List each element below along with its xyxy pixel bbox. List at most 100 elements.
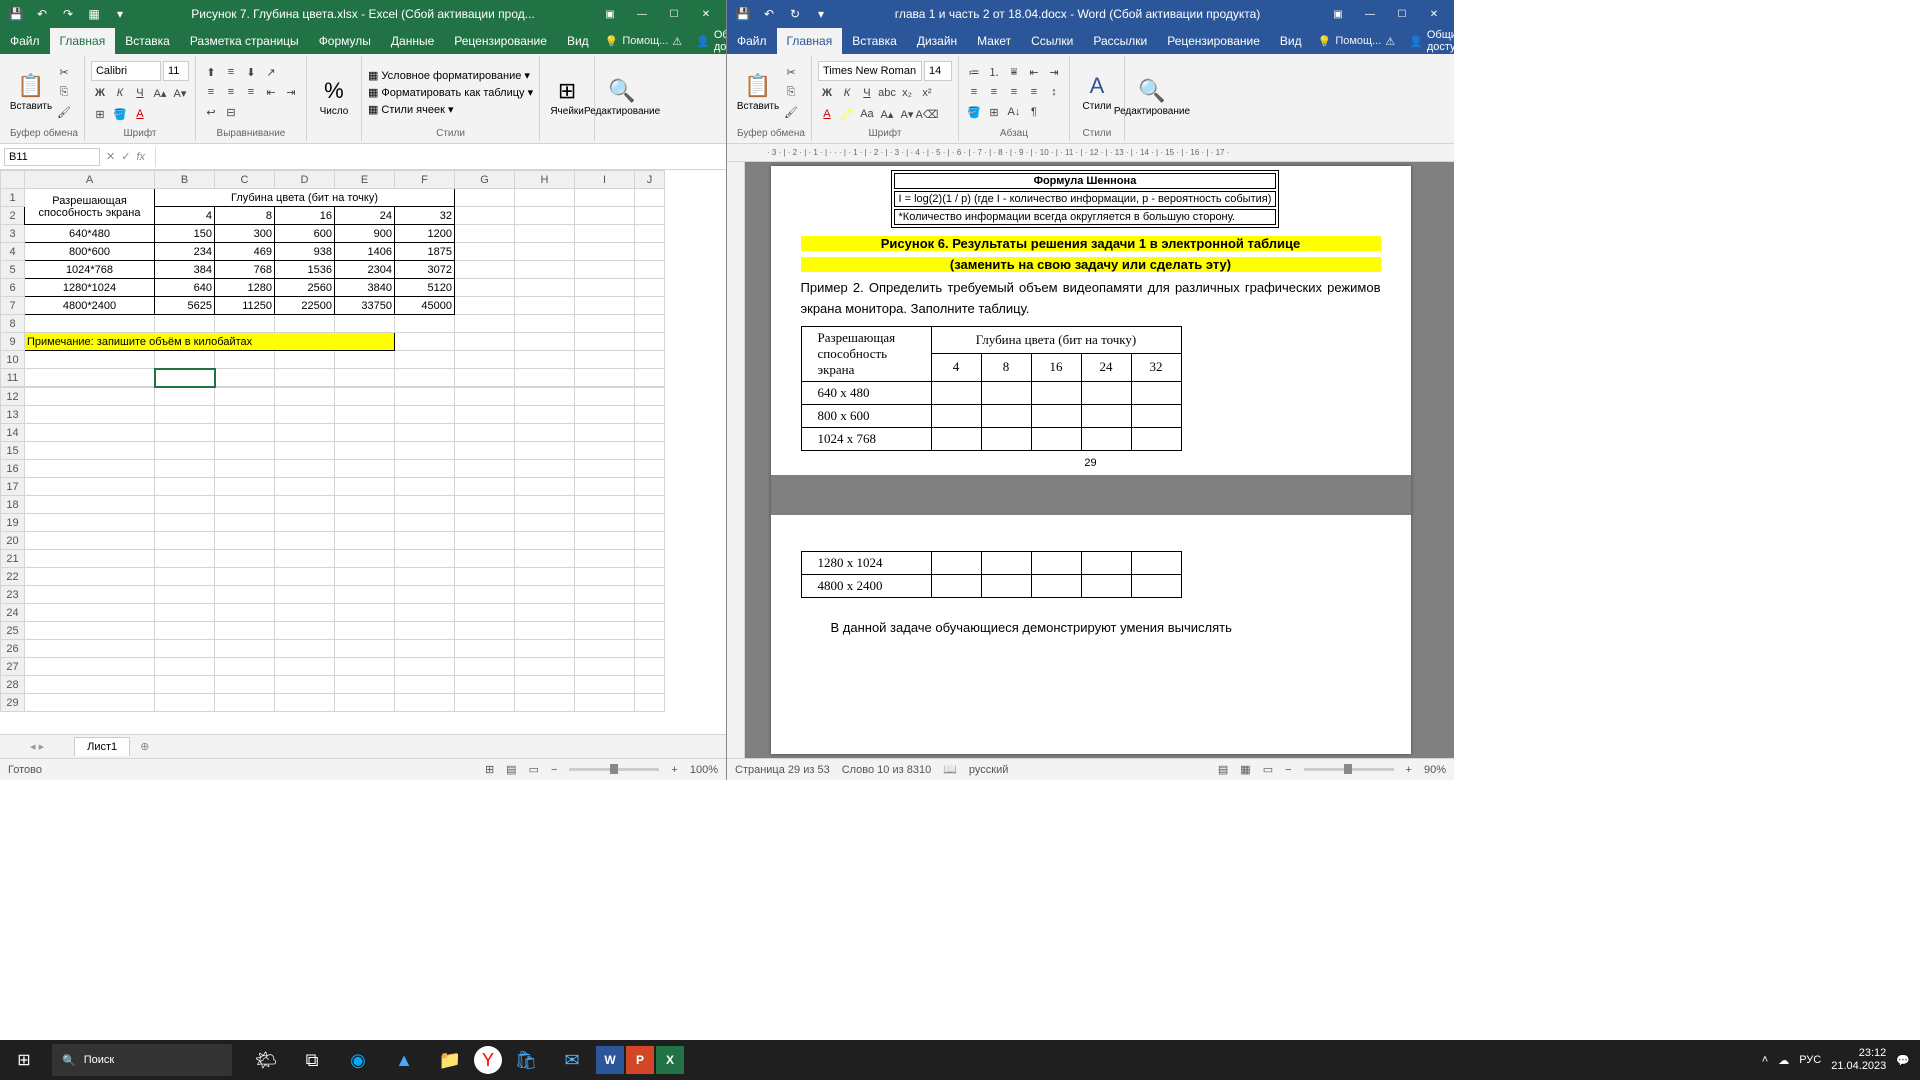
status-words[interactable]: Слово 10 из 8310 bbox=[842, 764, 932, 776]
yandex-icon[interactable]: Y bbox=[474, 1046, 502, 1074]
numbering-icon[interactable]: ⒈ bbox=[985, 63, 1003, 81]
multilevel-icon[interactable]: ⩸ bbox=[1005, 63, 1023, 81]
tray-lang[interactable]: РУС bbox=[1799, 1054, 1821, 1066]
shrink-font-icon[interactable]: A▾ bbox=[171, 84, 189, 102]
dropdown-icon[interactable]: ▾ bbox=[108, 2, 132, 26]
copy-icon[interactable]: ⎘ bbox=[55, 83, 73, 101]
status-page[interactable]: Страница 29 из 53 bbox=[735, 764, 830, 776]
ribbon-options-icon[interactable]: ▣ bbox=[594, 2, 626, 26]
cell[interactable]: 150 bbox=[155, 225, 215, 243]
highlight-icon[interactable]: 🖍 bbox=[838, 105, 856, 123]
tab-file[interactable]: Файл bbox=[727, 28, 777, 54]
row-14[interactable]: 14 bbox=[1, 424, 25, 442]
cell[interactable]: 300 bbox=[215, 225, 275, 243]
dropdown-icon[interactable]: ▾ bbox=[809, 2, 833, 26]
row-16[interactable]: 16 bbox=[1, 460, 25, 478]
align-right-icon[interactable]: ≡ bbox=[242, 83, 260, 101]
share-button[interactable]: 👤Общий доступ bbox=[1401, 28, 1471, 54]
row-19[interactable]: 19 bbox=[1, 514, 25, 532]
maximize-icon[interactable]: ☐ bbox=[1386, 2, 1418, 26]
cell-note[interactable]: Примечание: запишите объём в килобайтах bbox=[25, 333, 395, 351]
col-A[interactable]: A bbox=[25, 171, 155, 189]
tab-references[interactable]: Ссылки bbox=[1021, 28, 1083, 54]
undo-icon[interactable]: ↶ bbox=[757, 2, 781, 26]
row-12[interactable]: 12 bbox=[1, 388, 25, 406]
cell[interactable]: 640*480 bbox=[25, 225, 155, 243]
row-28[interactable]: 28 bbox=[1, 676, 25, 694]
cell[interactable]: 22500 bbox=[275, 297, 335, 315]
font-name-box[interactable]: Calibri bbox=[91, 61, 161, 81]
col-F[interactable]: F bbox=[395, 171, 455, 189]
row-15[interactable]: 15 bbox=[1, 442, 25, 460]
row-3[interactable]: 3 bbox=[1, 225, 25, 243]
cell[interactable]: 800*600 bbox=[25, 243, 155, 261]
col-H[interactable]: H bbox=[515, 171, 575, 189]
row-1[interactable]: 1 bbox=[1, 189, 25, 207]
document-page[interactable]: Формула Шеннона I = log(2)(1 / p) (где I… bbox=[771, 166, 1411, 754]
row-4[interactable]: 4 bbox=[1, 243, 25, 261]
cell[interactable]: 5120 bbox=[395, 279, 455, 297]
row-17[interactable]: 17 bbox=[1, 478, 25, 496]
show-marks-icon[interactable]: ¶ bbox=[1025, 103, 1043, 121]
cells-button[interactable]: ⊞Ячейки bbox=[546, 78, 588, 117]
align-right-icon[interactable]: ≡ bbox=[1005, 83, 1023, 101]
tab-review[interactable]: Рецензирование bbox=[1157, 28, 1270, 54]
col-I[interactable]: I bbox=[575, 171, 635, 189]
taskbar-search[interactable]: 🔍 Поиск bbox=[52, 1044, 232, 1076]
copy-icon[interactable]: ⎘ bbox=[782, 83, 800, 101]
cell[interactable]: 4 bbox=[155, 207, 215, 225]
cell[interactable]: 1406 bbox=[335, 243, 395, 261]
row-22[interactable]: 22 bbox=[1, 568, 25, 586]
view-normal-icon[interactable]: ⊞ bbox=[485, 763, 494, 776]
strike-icon[interactable]: abc bbox=[878, 84, 896, 102]
tray-onedrive-icon[interactable]: ☁ bbox=[1778, 1054, 1789, 1067]
cell[interactable]: 938 bbox=[275, 243, 335, 261]
cell[interactable]: 1536 bbox=[275, 261, 335, 279]
paste-button[interactable]: 📋Вставить bbox=[10, 73, 52, 112]
col-D[interactable]: D bbox=[275, 171, 335, 189]
weather-widget-icon[interactable]: 🌤 bbox=[244, 1040, 288, 1080]
cell[interactable]: 384 bbox=[155, 261, 215, 279]
format-painter-icon[interactable]: 🖌 bbox=[55, 103, 73, 121]
wrap-icon[interactable]: ↩ bbox=[202, 103, 220, 121]
redo-icon[interactable]: ↻ bbox=[783, 2, 807, 26]
row-25[interactable]: 25 bbox=[1, 622, 25, 640]
cell[interactable]: 3840 bbox=[335, 279, 395, 297]
fx-icon[interactable]: fx bbox=[136, 151, 145, 163]
view-page-icon[interactable]: ▤ bbox=[506, 763, 516, 776]
horizontal-ruler[interactable]: · 3 · | · 2 · | · 1 · | · · · | · 1 · | … bbox=[727, 144, 1454, 162]
cell-B1F1[interactable]: Глубина цвета (бит на точку) bbox=[155, 189, 455, 207]
word-app-icon[interactable]: W bbox=[596, 1046, 624, 1074]
excel-grid[interactable]: ABCDEFGHIJ 1Разрешающаяспособность экран… bbox=[0, 170, 726, 734]
store-icon[interactable]: 🛍 bbox=[504, 1040, 548, 1080]
cell-A1[interactable]: Разрешающаяспособность экрана bbox=[25, 189, 155, 225]
align-center-icon[interactable]: ≡ bbox=[222, 83, 240, 101]
tray-chevron-icon[interactable]: ˄ bbox=[1762, 1054, 1768, 1066]
border-icon[interactable]: ⊞ bbox=[91, 105, 109, 123]
tab-insert[interactable]: Вставка bbox=[115, 28, 180, 54]
font-name-box[interactable]: Times New Roman bbox=[818, 61, 922, 81]
close-icon[interactable]: ✕ bbox=[1418, 2, 1450, 26]
tell-me[interactable]: 💡Помощ...⚠ bbox=[1312, 28, 1402, 54]
cut-icon[interactable]: ✂ bbox=[782, 63, 800, 81]
grow-font-icon[interactable]: A▴ bbox=[151, 84, 169, 102]
start-button[interactable]: ⊞ bbox=[0, 1040, 48, 1080]
number-button[interactable]: %Число bbox=[313, 78, 355, 117]
row-20[interactable]: 20 bbox=[1, 532, 25, 550]
zoom-in-icon[interactable]: + bbox=[671, 764, 677, 776]
zoom-out-icon[interactable]: − bbox=[1285, 764, 1291, 776]
name-box[interactable]: B11 bbox=[4, 148, 100, 166]
row-18[interactable]: 18 bbox=[1, 496, 25, 514]
tray-clock[interactable]: 23:12 21.04.2023 bbox=[1831, 1047, 1886, 1073]
cell[interactable]: 33750 bbox=[335, 297, 395, 315]
font-color-icon[interactable]: A bbox=[818, 105, 836, 123]
ribbon-options-icon[interactable]: ▣ bbox=[1322, 2, 1354, 26]
sheet-tab-1[interactable]: Лист1 bbox=[74, 737, 130, 756]
cancel-icon[interactable]: ✕ bbox=[106, 150, 115, 163]
confirm-icon[interactable]: ✓ bbox=[121, 150, 130, 163]
tab-design[interactable]: Дизайн bbox=[907, 28, 967, 54]
tab-view[interactable]: Вид bbox=[1270, 28, 1312, 54]
row-13[interactable]: 13 bbox=[1, 406, 25, 424]
tab-home[interactable]: Главная bbox=[50, 28, 116, 54]
row-10[interactable]: 10 bbox=[1, 351, 25, 369]
